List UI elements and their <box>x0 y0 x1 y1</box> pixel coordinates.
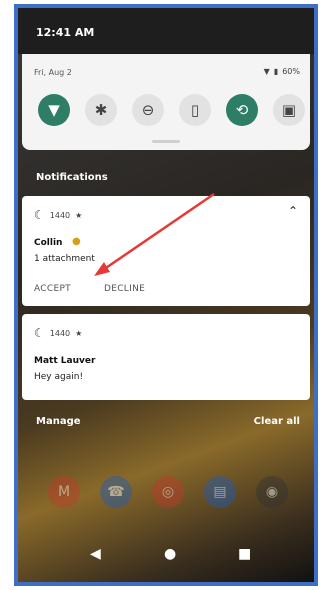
qs-date: Fri, Aug 2 <box>34 68 72 77</box>
battery-percent: 60% <box>282 67 300 76</box>
moon-app-icon: ☾ <box>34 208 45 222</box>
quick-settings-panel: Fri, Aug 2 ▼ ▮ 60% ▼ ✱ ⊖ ▯ ⟲ ▣ <box>22 54 310 150</box>
moon-app-icon: ☾ <box>34 326 45 340</box>
bluetooth-icon: ✱ <box>94 101 108 119</box>
do-not-disturb-tile[interactable]: ⊖ <box>132 94 164 126</box>
messages-icon: ▤ <box>204 476 236 508</box>
battery-saver-tile[interactable]: ▣ <box>273 94 305 126</box>
notification-sender: Matt Lauver <box>34 356 96 366</box>
star-icon: ★ <box>75 328 83 338</box>
notification-app-name: 1440 <box>49 328 71 338</box>
phone-icon: ☎ <box>100 476 132 508</box>
star-icon: ★ <box>75 210 83 220</box>
notification-app-row: ☾ 1440 ★ <box>34 208 82 222</box>
qs-drag-handle[interactable] <box>152 140 180 143</box>
wifi-signal-icon: ▼ <box>263 67 270 76</box>
auto-rotate-tile[interactable]: ⟲ <box>226 94 258 126</box>
notification-app-name: 1440 <box>49 210 71 220</box>
notification-app-row: ☾ 1440 ★ <box>34 326 82 340</box>
status-bar: 12:41 AM <box>18 8 314 54</box>
flashlight-tile[interactable]: ▯ <box>179 94 211 126</box>
collapse-chevron-icon[interactable]: ⌃ <box>288 204 298 218</box>
manage-button[interactable]: Manage <box>36 416 81 427</box>
accept-button[interactable]: ACCEPT <box>34 284 71 294</box>
camera-icon: ◉ <box>256 476 288 508</box>
qs-tiles: ▼ ✱ ⊖ ▯ ⟲ ▣ <box>38 94 305 126</box>
flashlight-icon: ▯ <box>190 101 200 119</box>
battery-saver-icon: ▣ <box>281 101 297 119</box>
auto-rotate-icon: ⟲ <box>235 101 249 119</box>
gmail-icon: M <box>48 476 80 508</box>
notification-sender: Collin <box>34 238 63 248</box>
qs-status-icons: ▼ ▮ 60% <box>264 67 300 76</box>
notifications-header: Notifications <box>36 172 108 183</box>
recents-icon[interactable]: ■ <box>238 546 251 562</box>
notification-card-matt[interactable]: ☾ 1440 ★ Matt Lauver Hey again! <box>22 314 310 400</box>
notification-body: 1 attachment <box>34 254 95 264</box>
emoji-icon: ● <box>72 236 81 247</box>
clear-all-button[interactable]: Clear all <box>254 416 300 427</box>
chrome-icon: ◎ <box>152 476 184 508</box>
navigation-bar: ◀ ● ■ <box>18 526 314 582</box>
status-time: 12:41 AM <box>36 26 95 39</box>
bluetooth-tile[interactable]: ✱ <box>85 94 117 126</box>
phone-screen: 12:41 AM Fri, Aug 2 ▼ ▮ 60% ▼ ✱ ⊖ ▯ ⟲ ▣ … <box>14 4 318 586</box>
back-icon[interactable]: ◀ <box>90 546 101 562</box>
do-not-disturb-icon: ⊖ <box>141 101 155 119</box>
home-dock: M ☎ ◎ ▤ ◉ <box>48 476 288 508</box>
wifi-tile[interactable]: ▼ <box>38 94 70 126</box>
decline-button[interactable]: DECLINE <box>104 284 145 294</box>
battery-icon: ▮ <box>273 67 279 76</box>
home-icon[interactable]: ● <box>164 546 176 562</box>
wifi-icon: ▼ <box>48 101 60 119</box>
notification-card-collin[interactable]: ☾ 1440 ★ ⌃ Collin ● 1 attachment ACCEPT … <box>22 196 310 306</box>
notification-body: Hey again! <box>34 372 84 382</box>
